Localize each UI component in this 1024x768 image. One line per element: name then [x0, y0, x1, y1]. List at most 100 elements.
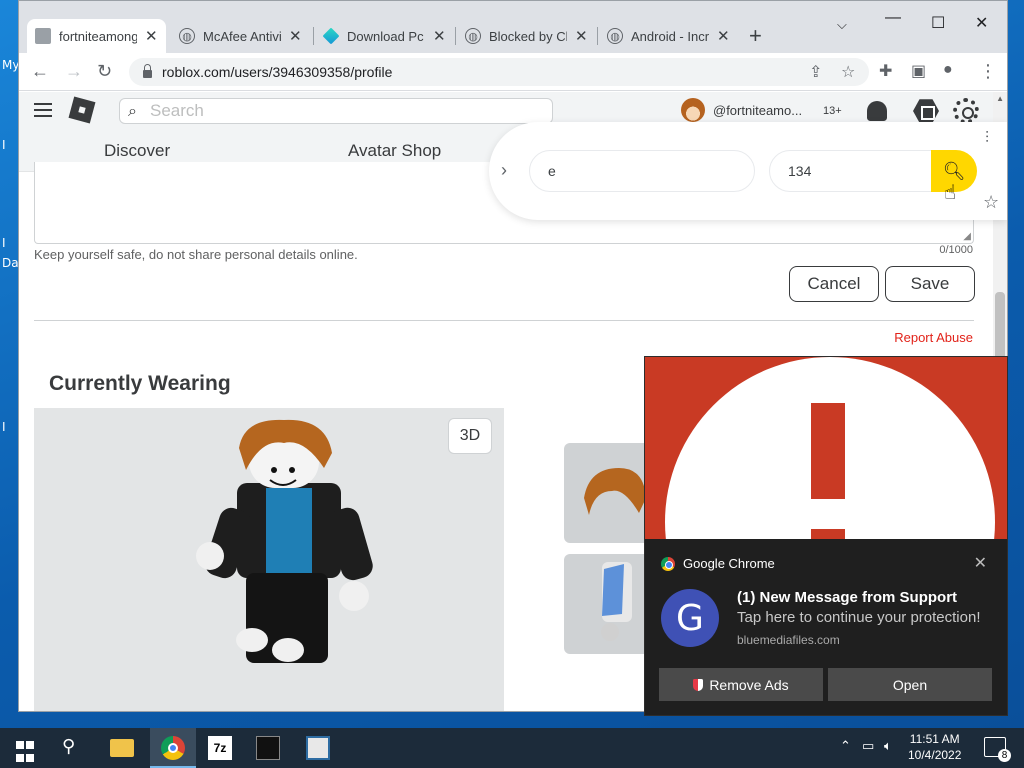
username-link[interactable]: @fortniteamo...: [713, 103, 802, 118]
cancel-button[interactable]: Cancel: [789, 266, 879, 302]
bookmark-star-icon[interactable]: ☆: [841, 62, 855, 82]
extension-field-2[interactable]: 134: [769, 150, 939, 192]
tune-sliders-icon[interactable]: ⫶: [985, 130, 989, 148]
back-button[interactable]: ←: [31, 61, 49, 82]
globe-icon: ◍: [607, 28, 623, 44]
forward-button[interactable]: →: [65, 61, 83, 82]
nav-avatar-shop[interactable]: Avatar Shop: [348, 141, 441, 161]
remove-ads-button[interactable]: Remove Ads: [659, 668, 823, 701]
browser-toolbar: ← → ↻ roblox.com/users/3946309358/profil…: [19, 53, 1007, 91]
resize-handle-icon[interactable]: ◢: [963, 231, 971, 242]
globe-icon: ◍: [179, 28, 195, 44]
chrome-taskbar-icon[interactable]: [161, 736, 185, 760]
notification-title: (1) New Message from Support: [737, 589, 958, 606]
desktop-icon-label[interactable]: I: [2, 236, 6, 250]
notification-count-badge: 8: [998, 749, 1011, 762]
search-icon: 🔍︎: [942, 160, 966, 181]
search-icon[interactable]: ⚲: [62, 736, 86, 760]
currently-wearing-title: Currently Wearing: [49, 372, 231, 395]
roblox-logo-icon[interactable]: [68, 96, 96, 124]
close-icon[interactable]: ✕: [289, 27, 302, 45]
robux-icon[interactable]: [913, 99, 939, 123]
clock-date: 10/4/2022: [908, 748, 962, 762]
save-button[interactable]: Save: [885, 266, 975, 302]
volume-icon[interactable]: 🔈︎: [884, 738, 892, 754]
star-icon[interactable]: ☆: [983, 192, 999, 213]
chevron-up-icon[interactable]: ⌃: [840, 738, 851, 754]
avatar-figure: [196, 419, 373, 663]
close-icon[interactable]: ✕: [575, 27, 588, 45]
start-windows-icon[interactable]: [16, 741, 40, 765]
close-icon[interactable]: ✕: [717, 27, 730, 45]
avatar-head-icon: [681, 98, 705, 122]
7zip-icon[interactable]: 7z: [208, 736, 232, 760]
tab-strip: fortniteamong ✕ ◍ McAfee Antivir ✕ Downl…: [19, 1, 1007, 53]
nav-discover[interactable]: Discover: [104, 141, 170, 161]
tab-mcafee[interactable]: ◍ McAfee Antivir ✕: [171, 19, 310, 53]
desktop-icon-label[interactable]: I: [2, 420, 6, 434]
reload-button[interactable]: ↻: [97, 61, 112, 82]
divider: [34, 320, 974, 321]
notification-body: Tap here to continue your protection!: [737, 609, 981, 626]
settings-gear-icon[interactable]: [953, 98, 979, 124]
exclamation-dot: [811, 529, 845, 539]
app-window-icon[interactable]: [306, 736, 330, 760]
minimize-button[interactable]: —: [885, 9, 901, 27]
desktop-icon-label[interactable]: Da: [2, 256, 19, 270]
user-avatar[interactable]: [681, 98, 705, 122]
extension-field-1[interactable]: e: [529, 150, 755, 192]
new-tab-button[interactable]: +: [749, 23, 762, 49]
chrome-logo-icon: [661, 556, 675, 571]
notifications-bell-icon[interactable]: [867, 101, 887, 121]
exclamation-bar: [811, 403, 845, 499]
avatar-viewer[interactable]: 3D: [34, 408, 504, 711]
profile-avatar-icon[interactable]: ●: [943, 61, 953, 79]
scroll-up-arrow-icon[interactable]: ▲: [996, 94, 1004, 103]
notification-avatar: G: [661, 589, 719, 647]
file-explorer-icon[interactable]: [110, 739, 134, 757]
chrome-notification[interactable]: Google Chrome ✕ G (1) New Message from S…: [644, 356, 1008, 716]
extension-search-bar: › e 134 🔍︎ ⫶ ☆ ☝: [489, 122, 1007, 220]
hamburger-menu-icon[interactable]: [34, 103, 52, 117]
open-button[interactable]: Open: [828, 668, 992, 701]
address-bar[interactable]: roblox.com/users/3946309358/profile ⇪ ☆: [129, 58, 869, 86]
chevron-right-icon[interactable]: ›: [501, 160, 507, 181]
tab-title: fortniteamong: [59, 28, 137, 44]
tab-roblox-profile[interactable]: fortniteamong ✕: [27, 19, 166, 53]
tab-blocked[interactable]: ◍ Blocked by Clo ✕: [457, 19, 596, 53]
close-window-button[interactable]: ✕: [975, 13, 988, 33]
tab-download-pc[interactable]: Download Pc C ✕: [315, 19, 454, 53]
tab-separator: [313, 27, 314, 45]
shirt-item-icon: [601, 562, 632, 641]
terminal-icon[interactable]: [256, 736, 280, 760]
search-icon: ⌕: [128, 103, 137, 120]
report-abuse-link[interactable]: Report Abuse: [894, 330, 973, 345]
taskbar-clock[interactable]: 11:51 AM 10/4/2022: [908, 731, 961, 763]
maximize-button[interactable]: ☐: [931, 13, 945, 33]
share-icon[interactable]: ⇪: [809, 62, 822, 82]
globe-icon: ◍: [465, 28, 481, 44]
roblox-search-input[interactable]: ⌕ Search: [119, 98, 553, 124]
tab-separator: [455, 27, 456, 45]
tab-separator: [597, 27, 598, 45]
taskbar: ⚲ 7z ⌃ ▭ 🔈︎ 11:51 AM 10/4/2022 8: [0, 728, 1024, 768]
tab-search-chevron-icon[interactable]: ⌵: [837, 17, 847, 33]
tab-title: McAfee Antivir: [203, 28, 281, 44]
close-icon[interactable]: ✕: [974, 553, 987, 573]
action-center-icon[interactable]: 8: [984, 737, 1011, 762]
lock-icon[interactable]: [143, 64, 152, 78]
menu-kebab-icon[interactable]: ⋮: [979, 61, 997, 82]
side-panel-icon[interactable]: ▣: [911, 61, 926, 81]
extensions-puzzle-icon[interactable]: ✚: [879, 61, 892, 81]
tab-android[interactable]: ◍ Android - Incr ✕: [599, 19, 738, 53]
scrollbar-thumb[interactable]: [995, 292, 1005, 362]
close-icon[interactable]: ✕: [433, 27, 446, 45]
close-icon[interactable]: ✕: [145, 27, 158, 45]
network-icon[interactable]: ▭: [862, 738, 874, 754]
wearing-item-hair[interactable]: [564, 443, 654, 543]
toggle-3d-button[interactable]: 3D: [448, 418, 492, 454]
wearing-item-shirt[interactable]: [564, 554, 654, 654]
notification-source: bluemediafiles.com: [737, 633, 840, 647]
desktop-icon-label[interactable]: I: [2, 138, 6, 152]
desktop-icon-label[interactable]: My: [2, 58, 19, 72]
